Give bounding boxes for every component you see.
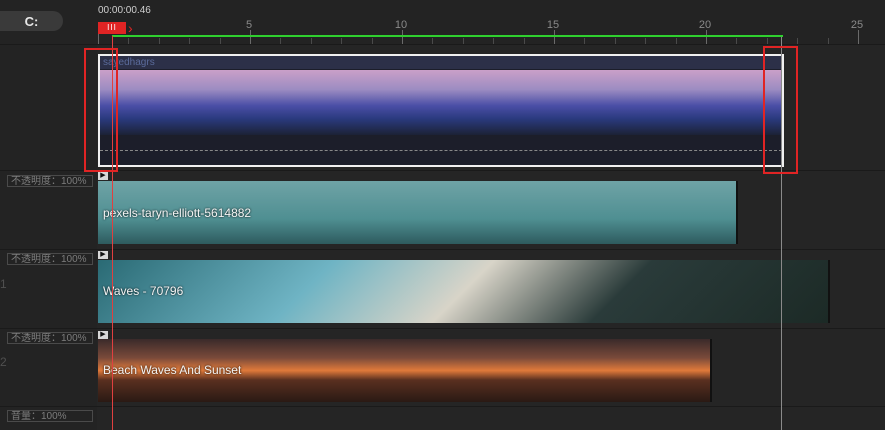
clip-label: Waves - 70796 xyxy=(103,284,184,298)
overlay-keyframe-line xyxy=(100,150,782,151)
track-number: 2 xyxy=(0,355,7,369)
ruler-mark: 5 xyxy=(245,19,253,31)
playhead-icon[interactable]: III xyxy=(98,22,126,34)
opacity-control[interactable]: 不透明度：100% xyxy=(7,332,93,344)
clip-label: pexels-taryn-elliott-5614882 xyxy=(103,206,252,220)
clip-play-icon[interactable]: ▶ xyxy=(98,331,108,339)
highlight-box-right xyxy=(763,46,798,174)
volume-control[interactable]: 音量：100% xyxy=(7,410,93,422)
magnet-icon[interactable]: C: xyxy=(0,11,63,31)
video-clip[interactable]: pexels-taryn-elliott-5614882 xyxy=(98,181,738,244)
ruler-tick xyxy=(706,30,707,44)
ruler-mark: 15 xyxy=(546,19,560,31)
video-clip[interactable]: Beach Waves And Sunset xyxy=(98,339,712,402)
overlay-clip[interactable]: sayedhagrs xyxy=(98,54,784,167)
ruler-tick xyxy=(554,30,555,44)
ruler-tick xyxy=(858,30,859,44)
work-range-bar[interactable] xyxy=(112,35,783,37)
highlight-box-left xyxy=(84,48,118,172)
video-clip[interactable]: Waves - 70796 xyxy=(98,260,830,323)
ruler-tick xyxy=(250,30,251,44)
opacity-control[interactable]: 不透明度：100% xyxy=(7,175,93,187)
ruler-timecode: 00:00:00.46 xyxy=(98,5,151,16)
ruler-mark: 25 xyxy=(850,19,864,31)
track-audio xyxy=(97,407,885,430)
clip-label: Beach Waves And Sunset xyxy=(103,363,242,377)
overlay-clip-thumbnails xyxy=(100,70,782,135)
ruler-tick xyxy=(402,30,403,44)
ruler-mark: 20 xyxy=(698,19,712,31)
overlay-clip-header xyxy=(100,56,782,69)
clip-play-icon[interactable]: ▶ xyxy=(98,251,108,259)
clip-play-icon[interactable]: ▶ xyxy=(98,172,108,180)
opacity-control[interactable]: 不透明度：100% xyxy=(7,253,93,265)
track-number: 1 xyxy=(0,277,7,291)
ruler-mark: 10 xyxy=(394,19,408,31)
